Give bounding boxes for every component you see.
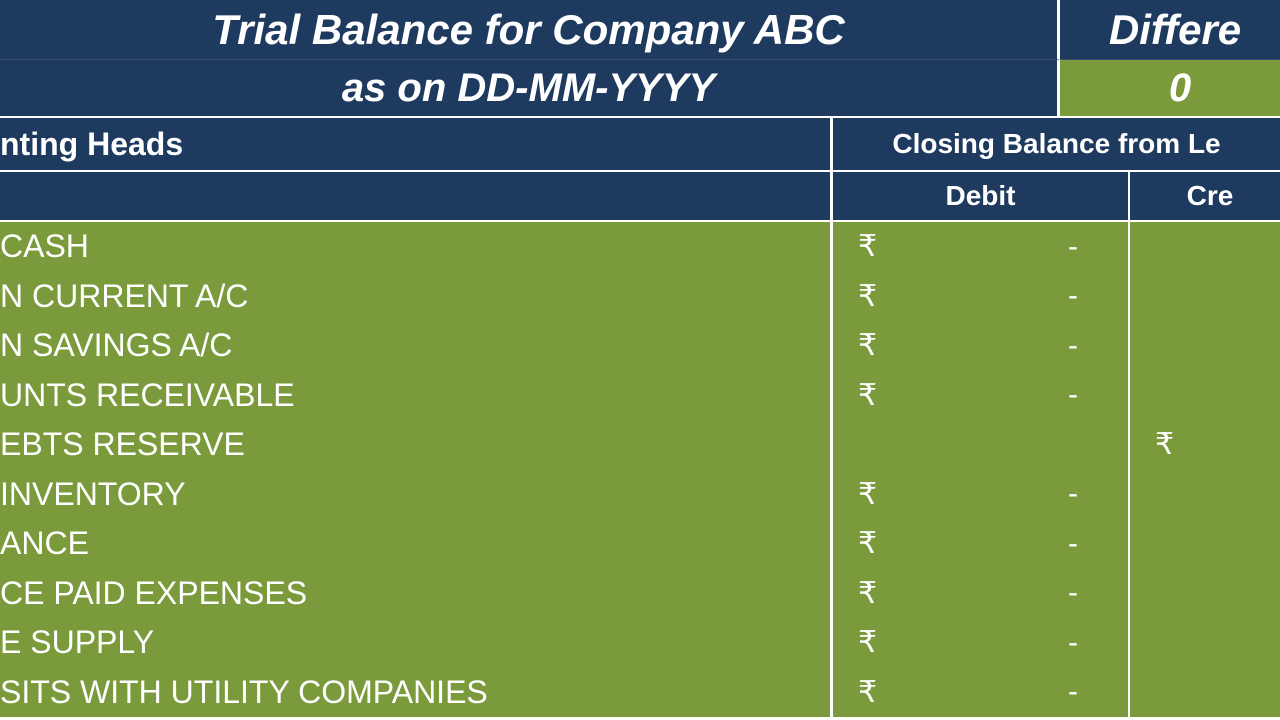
currency-symbol: ₹ [858, 576, 877, 611]
table-row[interactable]: CASH₹- [0, 222, 1280, 272]
page-title: Trial Balance for Company ABC [0, 0, 1060, 60]
credit-cell [1130, 371, 1280, 421]
table-row[interactable]: EBTS RESERVE ₹ [0, 420, 1280, 470]
table-row[interactable]: SITS WITH UTILITY COMPANIES₹- [0, 668, 1280, 718]
credit-cell [1130, 618, 1280, 668]
table-row[interactable]: INVENTORY₹- [0, 470, 1280, 520]
table-row[interactable]: UNTS RECEIVABLE₹- [0, 371, 1280, 421]
credit-cell [1130, 668, 1280, 718]
account-head-cell: EBTS RESERVE [0, 420, 830, 470]
page-subtitle: as on DD-MM-YYYY [0, 60, 1060, 118]
account-head-cell: INVENTORY [0, 470, 830, 520]
debit-value: - [877, 230, 1078, 264]
debit-value: - [877, 477, 1078, 511]
currency-symbol: ₹ [858, 229, 877, 264]
table-row[interactable]: N SAVINGS A/C₹- [0, 321, 1280, 371]
credit-cell [1130, 470, 1280, 520]
currency-symbol: ₹ [858, 625, 877, 660]
debit-cell: ₹- [830, 519, 1130, 569]
debit-cell [830, 420, 1130, 470]
currency-symbol: ₹ [858, 378, 877, 413]
credit-cell [1130, 272, 1280, 322]
difference-value: 0 [1060, 60, 1280, 118]
debit-value: - [877, 329, 1078, 363]
table-row[interactable]: ANCE₹- [0, 519, 1280, 569]
table-row[interactable]: N CURRENT A/C₹- [0, 272, 1280, 322]
trial-balance-sheet: Trial Balance for Company ABC Differe as… [0, 0, 1280, 720]
column-header-spacer [0, 172, 830, 222]
account-head-cell: UNTS RECEIVABLE [0, 371, 830, 421]
debit-value: - [877, 279, 1078, 313]
debit-cell: ₹- [830, 668, 1130, 718]
column-header-credit: Cre [1130, 172, 1280, 222]
currency-symbol: ₹ [858, 477, 877, 512]
account-head-cell: E SUPPLY [0, 618, 830, 668]
credit-cell [1130, 569, 1280, 619]
credit-cell [1130, 519, 1280, 569]
currency-symbol: ₹ [858, 675, 877, 710]
table-body: CASH₹-N CURRENT A/C₹-N SAVINGS A/C₹-UNTS… [0, 222, 1280, 717]
account-head-cell: CASH [0, 222, 830, 272]
account-head-cell: SITS WITH UTILITY COMPANIES [0, 668, 830, 718]
debit-value: - [877, 527, 1078, 561]
account-head-cell: N CURRENT A/C [0, 272, 830, 322]
account-head-cell: N SAVINGS A/C [0, 321, 830, 371]
debit-cell: ₹- [830, 371, 1130, 421]
debit-cell: ₹- [830, 272, 1130, 322]
debit-cell: ₹- [830, 618, 1130, 668]
debit-value: - [877, 675, 1078, 709]
currency-symbol: ₹ [1155, 427, 1174, 462]
debit-value: - [877, 378, 1078, 412]
column-header-accounting-heads: nting Heads [0, 118, 830, 172]
currency-symbol: ₹ [858, 279, 877, 314]
credit-cell [1130, 222, 1280, 272]
debit-cell: ₹- [830, 569, 1130, 619]
difference-label: Differe [1060, 0, 1280, 60]
column-header-closing-balance: Closing Balance from Le [830, 118, 1280, 172]
debit-value: - [877, 576, 1078, 610]
table-row[interactable]: CE PAID EXPENSES₹- [0, 569, 1280, 619]
currency-symbol: ₹ [858, 526, 877, 561]
debit-cell: ₹- [830, 321, 1130, 371]
account-head-cell: CE PAID EXPENSES [0, 569, 830, 619]
table-row[interactable]: E SUPPLY₹- [0, 618, 1280, 668]
currency-symbol: ₹ [858, 328, 877, 363]
credit-cell [1130, 321, 1280, 371]
credit-cell: ₹ [1130, 420, 1280, 470]
column-header-debit: Debit [830, 172, 1130, 222]
account-head-cell: ANCE [0, 519, 830, 569]
debit-value: - [877, 626, 1078, 660]
debit-cell: ₹- [830, 470, 1130, 520]
debit-cell: ₹- [830, 222, 1130, 272]
